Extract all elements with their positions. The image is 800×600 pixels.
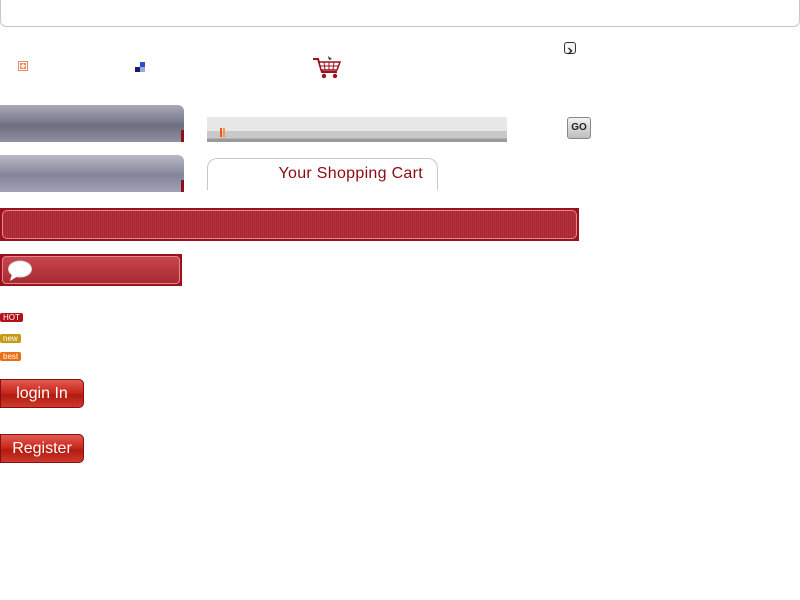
red-banner	[0, 208, 579, 241]
square-icon[interactable]	[135, 59, 145, 72]
plus-icon[interactable]	[18, 58, 28, 71]
tab-shopping-cart[interactable]: Your Shopping Cart	[207, 158, 438, 190]
register-button[interactable]: Register	[0, 434, 84, 463]
text-cursor-icon	[220, 124, 228, 137]
best-badge: best	[0, 352, 22, 361]
red-banner-inner	[2, 210, 577, 239]
sidebar-tab-2[interactable]	[0, 155, 184, 192]
login-button[interactable]: login In	[0, 379, 84, 408]
search-input[interactable]	[207, 117, 507, 142]
hot-badge: HOT	[0, 313, 23, 322]
speech-bubble-icon	[7, 260, 33, 282]
speech-button[interactable]	[0, 254, 182, 286]
speech-button-inner	[2, 256, 180, 284]
go-button[interactable]: GO	[567, 117, 591, 139]
top-bar	[0, 0, 800, 27]
sidebar-tab-1[interactable]	[0, 105, 184, 142]
shopping-cart-icon[interactable]	[312, 56, 342, 80]
chevron-right-icon[interactable]	[564, 42, 576, 55]
tab-label: Your Shopping Cart	[278, 165, 423, 182]
new-badge: new	[0, 334, 21, 343]
